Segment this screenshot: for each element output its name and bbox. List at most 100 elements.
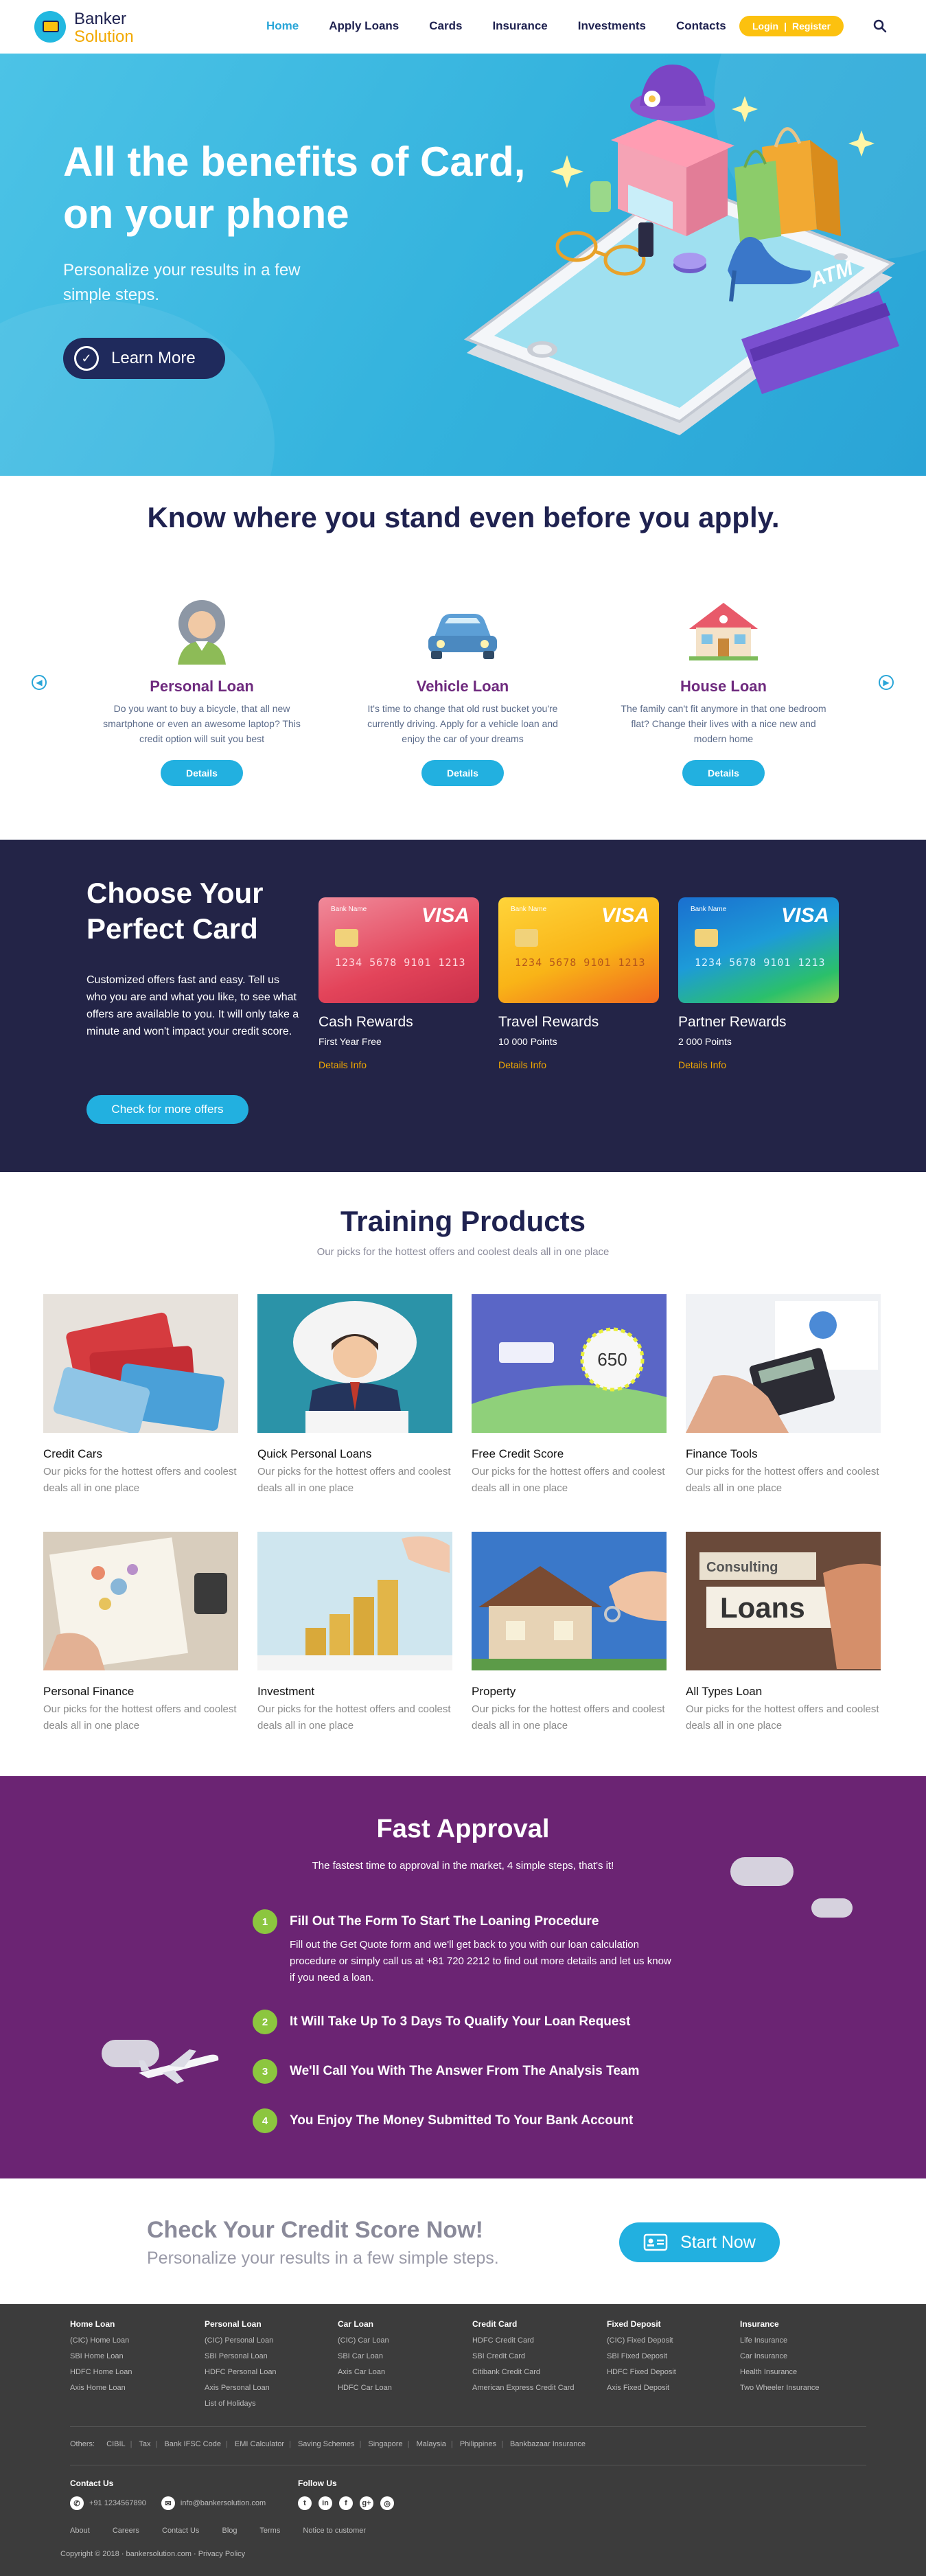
footer-link[interactable]: Saving Schemes <box>298 2440 355 2448</box>
footer-link[interactable]: SBI Fixed Deposit <box>607 2349 744 2365</box>
footer-link[interactable]: Citibank Credit Card <box>472 2365 610 2380</box>
start-now-label: Start Now <box>680 2232 756 2252</box>
start-now-button[interactable]: Start Now <box>619 2222 780 2262</box>
brand-logo[interactable]: Banker Solution <box>34 8 172 46</box>
footer-link[interactable]: Careers <box>113 2527 139 2535</box>
card-details-link[interactable]: Details Info <box>678 1059 839 1070</box>
footer-link[interactable]: (CIC) Car Loan <box>338 2333 475 2349</box>
visa-logo: VISA <box>780 904 829 927</box>
learn-more-button[interactable]: ✓ Learn More <box>63 338 225 379</box>
card-offer-cash[interactable]: Bank Name VISA 1234 5678 9101 1213 Cash … <box>319 897 479 1070</box>
visa-logo: VISA <box>421 904 470 927</box>
credit-cards-photo <box>43 1294 238 1434</box>
footer-link[interactable]: Contact Us <box>162 2527 199 2535</box>
training-title: Training Products <box>340 1205 586 1237</box>
twitter-icon[interactable]: t <box>298 2496 312 2510</box>
card-offer-title: Cash Rewards <box>319 1014 413 1030</box>
footer-link[interactable]: HDFC Personal Loan <box>205 2365 342 2380</box>
footer-link[interactable]: Two Wheeler Insurance <box>740 2380 877 2396</box>
footer-link[interactable]: SBI Personal Loan <box>205 2349 342 2365</box>
card-details-link[interactable]: Details Info <box>319 1059 479 1070</box>
consulting-tab-text: Consulting <box>706 1560 778 1575</box>
footer-link[interactable]: Axis Fixed Deposit <box>607 2380 744 2396</box>
vehicle-loan-details-button[interactable]: Details <box>421 760 504 786</box>
training-products-section: Training Products Our picks for the hott… <box>0 1172 926 1776</box>
register-link[interactable]: Register <box>792 21 831 32</box>
footer-link[interactable]: Malaysia <box>417 2440 446 2448</box>
contact-email[interactable]: info@bankersolution.com <box>181 2499 266 2507</box>
footer-link[interactable]: Axis Personal Loan <box>205 2380 342 2396</box>
card-offer-travel[interactable]: Bank Name VISA 1234 5678 9101 1213 Trave… <box>498 897 659 1070</box>
footer-link[interactable]: HDFC Home Loan <box>70 2365 207 2380</box>
nav-apply-loans[interactable]: Apply Loans <box>329 19 399 33</box>
footer-link[interactable]: (CIC) Home Loan <box>70 2333 207 2349</box>
credit-card-image: Bank Name VISA 1234 5678 9101 1213 <box>319 897 479 1003</box>
product-personal-finance[interactable]: Personal Finance Our picks for the hotte… <box>43 1532 238 1734</box>
footer-link[interactable]: Axis Home Loan <box>70 2380 207 2396</box>
footer-link[interactable]: Health Insurance <box>740 2365 877 2380</box>
footer-link[interactable]: Blog <box>222 2527 237 2535</box>
footer-link[interactable]: Tax <box>139 2440 150 2448</box>
footer-link[interactable]: (CIC) Fixed Deposit <box>607 2333 744 2349</box>
house-loan-details-button[interactable]: Details <box>682 760 765 786</box>
credit-score-title: Check Your Credit Score Now! <box>147 2217 483 2243</box>
linkedin-icon[interactable]: in <box>319 2496 332 2510</box>
loan-section-title: Know where you stand even before you app… <box>147 501 780 533</box>
product-quick-personal-loans[interactable]: Quick Personal Loans Our picks for the h… <box>257 1294 452 1497</box>
product-title: Property <box>472 1685 516 1698</box>
card-offer-partner[interactable]: Bank Name VISA 1234 5678 9101 1213 Partn… <box>678 897 839 1070</box>
footer-link[interactable]: Notice to customer <box>303 2527 366 2535</box>
footer-link[interactable]: Philippines <box>460 2440 496 2448</box>
nav-contacts[interactable]: Contacts <box>676 19 726 33</box>
product-credit-cars[interactable]: Credit Cars Our picks for the hottest of… <box>43 1294 238 1497</box>
product-free-credit-score[interactable]: 650 Free Credit Score Our picks for the … <box>472 1294 667 1497</box>
footer-link[interactable]: Axis Car Loan <box>338 2365 475 2380</box>
footer-link[interactable]: SBI Home Loan <box>70 2349 207 2365</box>
footer-link[interactable]: SBI Credit Card <box>472 2349 610 2365</box>
card-number: 1234 5678 9101 1213 <box>515 956 646 969</box>
contact-phone[interactable]: +91 1234567890 <box>89 2499 146 2507</box>
footer-link[interactable]: American Express Credit Card <box>472 2380 610 2396</box>
footer-link[interactable]: List of Holidays <box>205 2396 342 2412</box>
footer-link[interactable]: Life Insurance <box>740 2333 877 2349</box>
card-details-link[interactable]: Details Info <box>498 1059 659 1070</box>
footer-link[interactable]: About <box>70 2527 90 2535</box>
facebook-icon[interactable]: f <box>339 2496 353 2510</box>
footer-link[interactable]: Bankbazaar Insurance <box>510 2440 586 2448</box>
product-description: Our picks for the hottest offers and coo… <box>686 1466 879 1494</box>
footer-link[interactable]: Bank IFSC Code <box>164 2440 221 2448</box>
footer-link[interactable]: HDFC Fixed Deposit <box>607 2365 744 2380</box>
personal-loan-details-button[interactable]: Details <box>161 760 243 786</box>
step-number: 3 <box>253 2059 277 2084</box>
nav-cards[interactable]: Cards <box>429 19 462 33</box>
search-icon[interactable] <box>873 19 887 33</box>
check-offers-button[interactable]: Check for more offers <box>86 1095 248 1124</box>
footer-link[interactable]: Car Insurance <box>740 2349 877 2365</box>
product-property[interactable]: Property Our picks for the hottest offer… <box>472 1532 667 1734</box>
product-finance-tools[interactable]: Finance Tools Our picks for the hottest … <box>686 1294 881 1497</box>
instagram-icon[interactable]: ◎ <box>380 2496 394 2510</box>
nav-home[interactable]: Home <box>266 19 299 33</box>
loans-tab-text: Loans <box>720 1591 805 1624</box>
id-card-icon <box>643 2233 668 2251</box>
carousel-prev-icon[interactable]: ◀ <box>32 675 47 690</box>
footer-link[interactable]: Singapore <box>368 2440 402 2448</box>
brand-name-line1: Banker <box>74 10 127 28</box>
footer-link[interactable]: HDFC Credit Card <box>472 2333 610 2349</box>
footer-link[interactable]: HDFC Car Loan <box>338 2380 475 2396</box>
phone-shopping-illustration: ATM <box>463 65 899 435</box>
footer-link[interactable]: SBI Car Loan <box>338 2349 475 2365</box>
footer-link[interactable]: Terms <box>259 2527 280 2535</box>
google-plus-icon[interactable]: g+ <box>360 2496 373 2510</box>
product-all-types-loan[interactable]: Consulting Loans All Types Loan Our pick… <box>686 1532 881 1734</box>
footer-col-personal-loan: Personal Loan (CIC) Personal Loan SBI Pe… <box>205 2319 342 2412</box>
footer-col-title: Home Loan <box>70 2319 115 2329</box>
nav-investments[interactable]: Investments <box>578 19 646 33</box>
nav-insurance[interactable]: Insurance <box>492 19 547 33</box>
product-investment[interactable]: Investment Our picks for the hottest off… <box>257 1532 452 1734</box>
carousel-next-icon[interactable]: ▶ <box>879 675 894 690</box>
footer-link[interactable]: EMI Calculator <box>235 2440 284 2448</box>
login-link[interactable]: Login <box>752 21 778 32</box>
footer-link[interactable]: (CIC) Personal Loan <box>205 2333 342 2349</box>
footer-link[interactable]: CIBIL <box>106 2440 126 2448</box>
